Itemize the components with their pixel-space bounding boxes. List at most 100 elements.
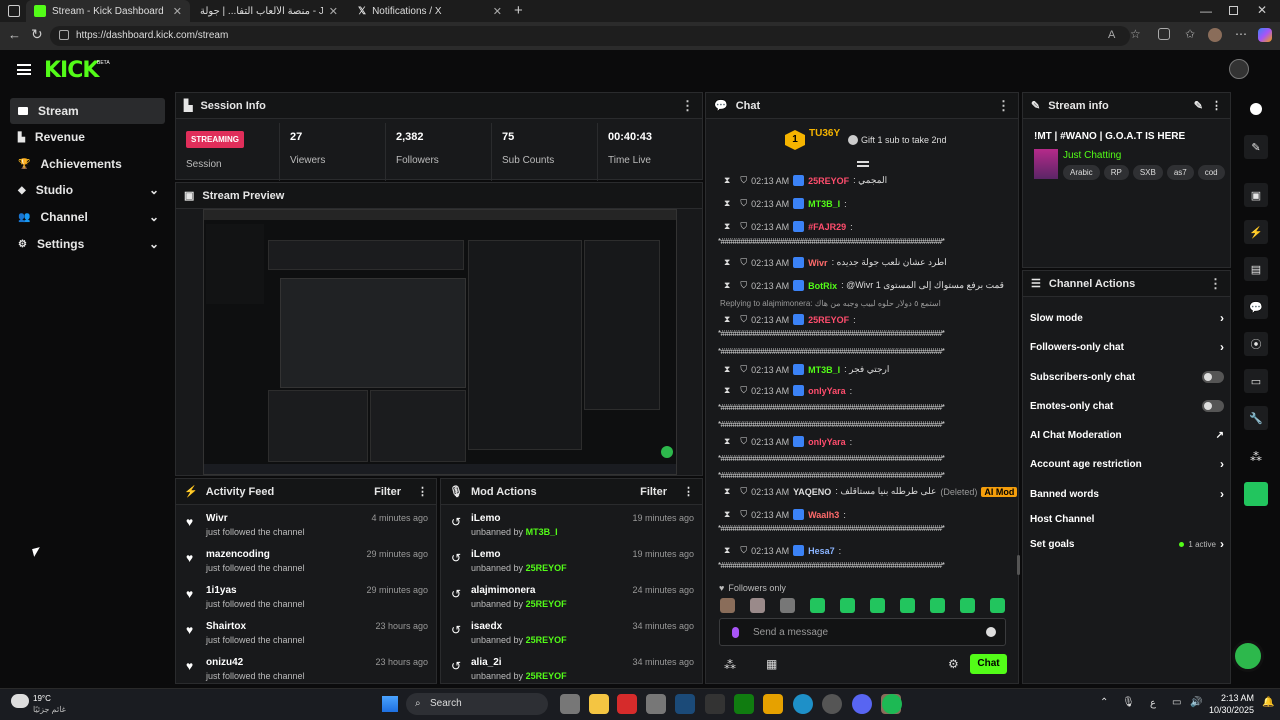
hourglass-icon[interactable]: ⧗: [724, 198, 730, 209]
channel-action-control[interactable]: ›: [1220, 311, 1224, 325]
sidebar-item-achievements[interactable]: 🏆 Achievements: [10, 151, 165, 177]
site-info-icon[interactable]: [59, 30, 69, 40]
shield-icon[interactable]: ⛉: [740, 436, 747, 447]
activity-row[interactable]: ♥ 1i1yas just followed the channel 29 minut…: [176, 581, 436, 617]
back-icon[interactable]: ←: [8, 27, 21, 42]
hourglass-icon[interactable]: ⧗: [724, 221, 730, 232]
hourglass-icon[interactable]: ⧗: [724, 364, 730, 375]
sidebar-item-studio[interactable]: ◆ Studio ⌄: [10, 177, 165, 203]
mod-by-username[interactable]: 25REYOF: [526, 563, 567, 573]
mod-by-username[interactable]: 25REYOF: [526, 599, 567, 609]
shield-icon[interactable]: ⛉: [740, 509, 747, 520]
tab-kick-dashboard[interactable]: Stream - Kick Dashboard ✕: [26, 0, 190, 22]
xbox-icon[interactable]: [734, 694, 754, 714]
chat-message[interactable]: ⧗ ⛉ 02:13 AM 25REYOF:: [724, 314, 856, 325]
message-input[interactable]: Send a message: [719, 618, 1006, 646]
hourglass-icon[interactable]: ⧗: [724, 509, 730, 520]
chat-bubble-icon[interactable]: 💬: [1244, 295, 1268, 319]
chat-username[interactable]: onlyYara: [808, 386, 846, 396]
layout-icon[interactable]: ▭: [1244, 369, 1268, 393]
document-icon[interactable]: ▤: [1244, 257, 1268, 281]
close-window-icon[interactable]: ✕: [1257, 3, 1267, 17]
mod-action-row[interactable]: ↺ alajmimonera unbanned by 25REYOF 24 minut…: [441, 581, 702, 617]
rockstar-icon[interactable]: [763, 694, 783, 714]
dots-cluster-icon[interactable]: ⁂: [1250, 450, 1262, 464]
emote-icon[interactable]: [810, 598, 825, 613]
windows-start-icon[interactable]: [382, 696, 398, 712]
emote-icon[interactable]: [960, 598, 975, 613]
emote-icon[interactable]: [720, 598, 735, 613]
mod-action-row[interactable]: ↺ iLemo unbanned by 25REYOF 19 minutes ago: [441, 545, 702, 581]
stream-tag[interactable]: RP: [1103, 165, 1129, 180]
acrobat-icon[interactable]: [617, 694, 637, 714]
points-icon[interactable]: ⁂: [724, 658, 736, 672]
sidebar-item-settings[interactable]: ⚙ Settings ⌄: [10, 231, 165, 257]
chat-username[interactable]: 25REYOF: [808, 176, 849, 186]
favorite-star-icon[interactable]: ☆: [1130, 27, 1141, 41]
edge-icon[interactable]: [793, 694, 813, 714]
category-link[interactable]: Just Chatting: [1063, 150, 1121, 161]
activity-row[interactable]: ♥ mazencoding just followed the channel 29 …: [176, 545, 436, 581]
mod-by-username[interactable]: 25REYOF: [526, 671, 567, 681]
hourglass-icon[interactable]: ⧗: [724, 314, 730, 325]
mod-action-row[interactable]: ↺ isaedx unbanned by 25REYOF 34 minutes ago: [441, 617, 702, 653]
channel-action-ai-chat-moderation[interactable]: AI Chat Moderation ↗: [1030, 425, 1224, 445]
chat-message[interactable]: ⧗ ⛉ 02:13 AM Waalh3:: [724, 509, 846, 520]
info-icon[interactable]: [1250, 103, 1262, 115]
activity-username[interactable]: mazencoding: [206, 549, 270, 560]
hourglass-icon[interactable]: ⧗: [724, 545, 730, 556]
refresh-icon[interactable]: ↻: [31, 26, 43, 43]
sidebar-item-revenue[interactable]: ▙ Revenue: [10, 124, 165, 150]
close-tab-icon[interactable]: ✕: [329, 5, 338, 18]
sidebar-item-channel[interactable]: 👥 Channel ⌄: [10, 204, 165, 230]
microphone-icon[interactable]: [732, 627, 739, 638]
hamburger-menu-icon[interactable]: [17, 64, 31, 75]
toggle-switch[interactable]: [1202, 371, 1224, 383]
green-app-icon[interactable]: [1244, 482, 1268, 506]
channel-action-control[interactable]: ›: [1220, 340, 1224, 354]
activity-username[interactable]: onizu42: [206, 657, 243, 668]
channel-action-followers-only-chat[interactable]: Followers-only chat ›: [1030, 337, 1224, 357]
hourglass-icon[interactable]: ⧗: [724, 486, 730, 497]
channel-action-control[interactable]: [1202, 371, 1224, 383]
store-icon[interactable]: ▦: [766, 657, 777, 671]
maximize-icon[interactable]: [1229, 6, 1238, 15]
shield-icon[interactable]: ⛉: [740, 364, 747, 375]
channel-action-slow-mode[interactable]: Slow mode ›: [1030, 308, 1224, 328]
activity-username[interactable]: 1i1yas: [206, 585, 237, 596]
reply-note[interactable]: Replying to alajmimonera: استمع ٥ دولار …: [720, 299, 1010, 308]
spotify-icon[interactable]: [882, 694, 902, 714]
more-options-icon[interactable]: ⋮: [997, 98, 1010, 114]
emote-icon[interactable]: [900, 598, 915, 613]
tab-jawlah[interactable]: منصة الألعاب التفا... | جولة - Jawlah ✕: [192, 0, 346, 22]
wrench-icon[interactable]: 🔧: [1244, 406, 1268, 430]
stream-tag[interactable]: Arabic: [1063, 165, 1100, 180]
chat-message[interactable]: ⧗ ⛉ 02:13 AM onlyYara:: [724, 385, 852, 396]
emote-icon[interactable]: [780, 598, 795, 613]
emoji-icon[interactable]: [986, 627, 996, 637]
chat-message[interactable]: ⧗ ⛉ 02:13 AM 25REYOF: المجمي: [724, 175, 887, 186]
activity-row[interactable]: ♥ Shairtox just followed the channel 23 hou…: [176, 617, 436, 653]
more-options-icon[interactable]: ⋮: [681, 98, 694, 114]
pinned-expand-icon[interactable]: [857, 161, 869, 167]
mod-by-username[interactable]: 25REYOF: [526, 635, 567, 645]
network-icon[interactable]: ▭: [1172, 697, 1181, 708]
toggle-switch[interactable]: [1202, 400, 1224, 412]
stream-tag[interactable]: as7: [1166, 165, 1194, 180]
file-explorer-icon[interactable]: [589, 694, 609, 714]
hourglass-icon[interactable]: ⧗: [724, 436, 730, 447]
tray-overflow-icon[interactable]: ⌃: [1100, 697, 1108, 708]
chatgpt-icon[interactable]: [822, 694, 842, 714]
epic-games-icon[interactable]: [705, 694, 725, 714]
hourglass-icon[interactable]: ⧗: [724, 257, 730, 268]
chat-username[interactable]: #FAJR29: [808, 222, 846, 232]
shield-icon[interactable]: ⛉: [740, 257, 747, 268]
activity-row[interactable]: ♥ Wivr just followed the channel 4 minutes …: [176, 509, 436, 545]
chat-username[interactable]: Wivr: [808, 258, 827, 268]
mod-action-row[interactable]: ↺ alia_2i unbanned by 25REYOF 34 minutes ag…: [441, 653, 702, 683]
mod-action-row[interactable]: ↺ iLemo unbanned by MT3B_I 19 minutes ago: [441, 509, 702, 545]
edit-icon[interactable]: ✎: [1194, 99, 1203, 112]
chat-username[interactable]: onlyYara: [808, 437, 846, 447]
chat-settings-icon[interactable]: ⚙: [948, 657, 959, 671]
chat-message[interactable]: ⧗ ⛉ 02:13 AM MT3B_I:: [724, 198, 847, 209]
